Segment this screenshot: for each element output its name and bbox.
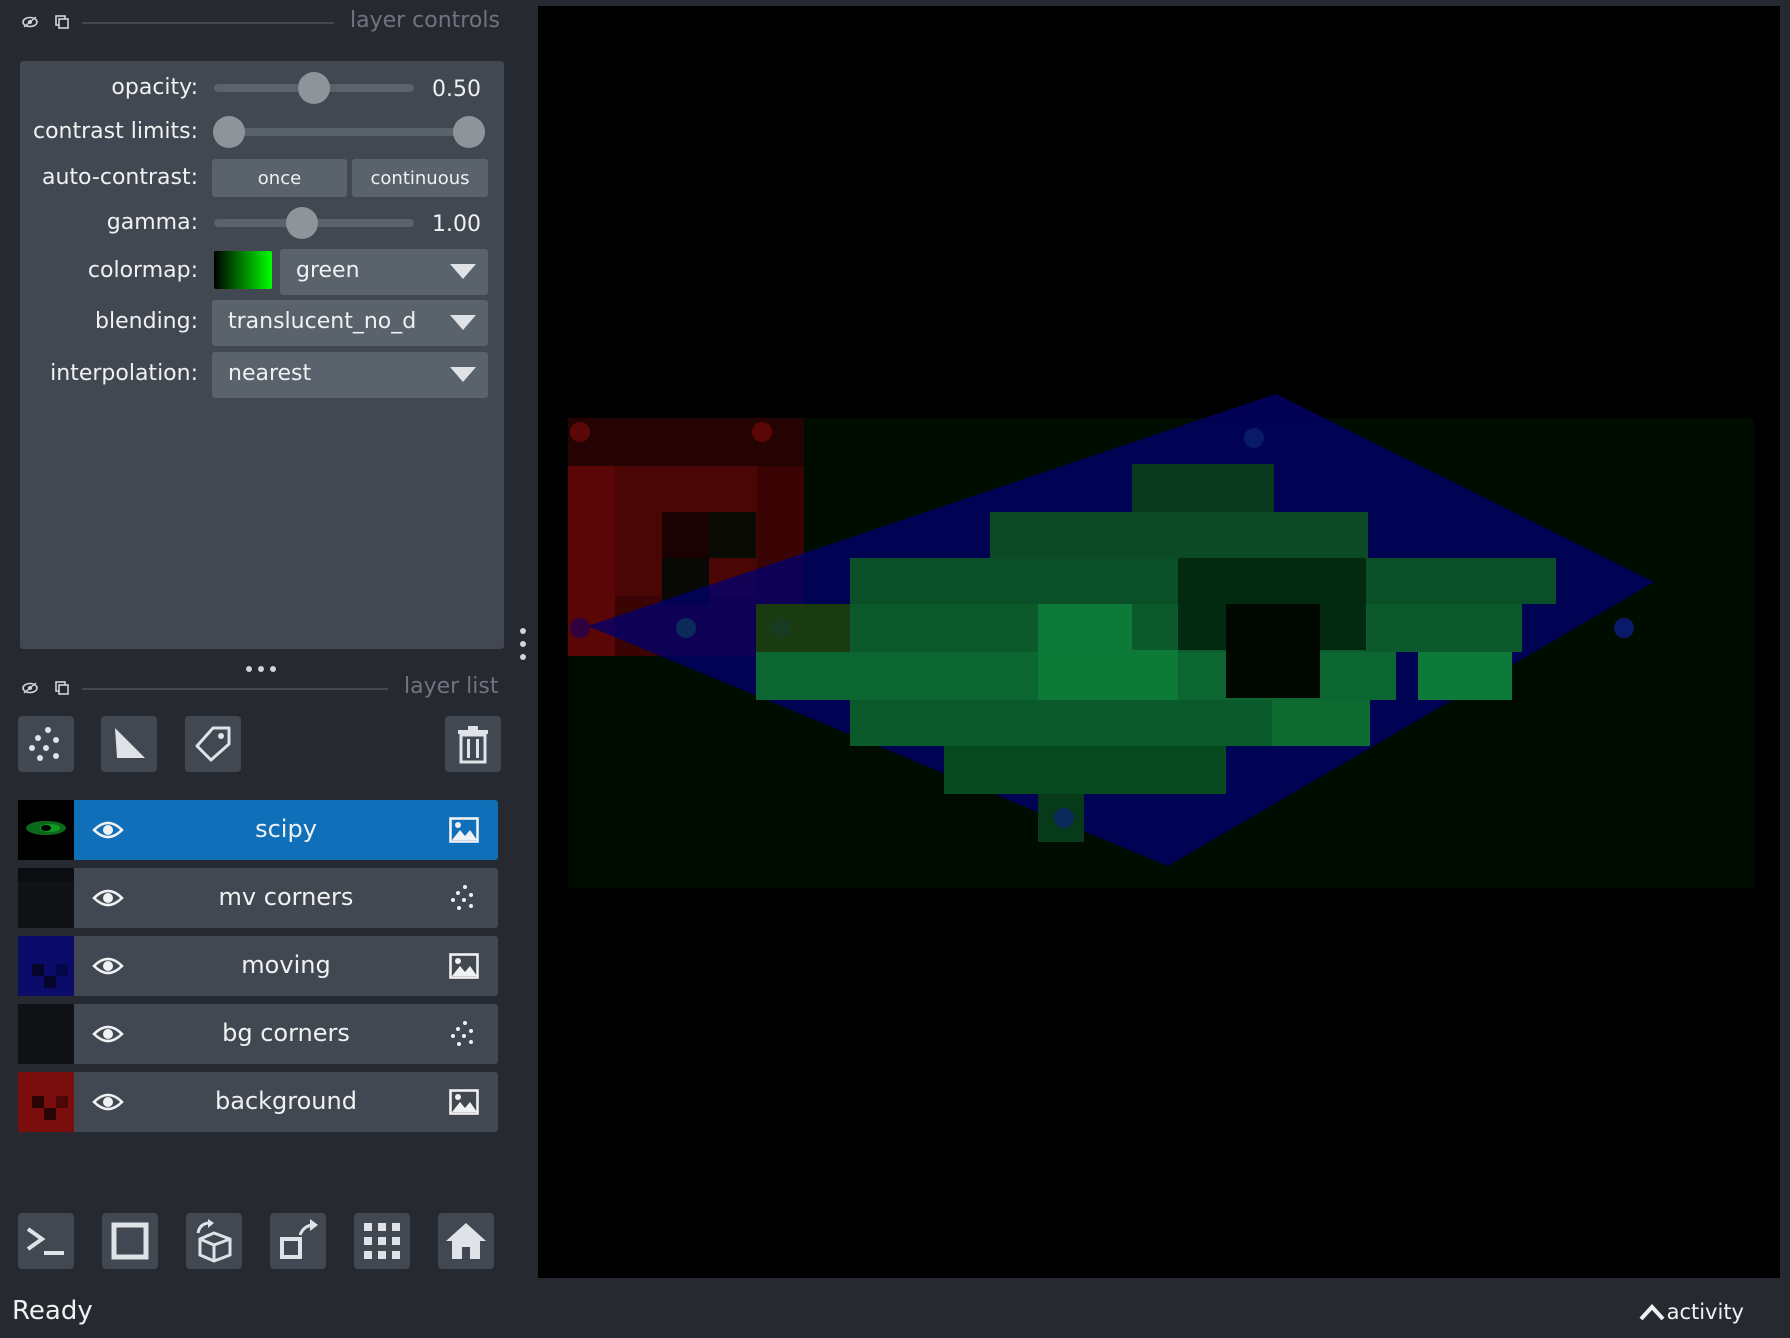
layer-list-header: layer list (0, 670, 510, 706)
float-panel-icon[interactable] (52, 12, 72, 32)
opacity-value: 0.50 (432, 77, 481, 102)
home-button[interactable] (438, 1213, 494, 1269)
console-icon (26, 1227, 64, 1255)
interpolation-label: interpolation: (50, 361, 198, 386)
layer-name[interactable]: scipy (74, 815, 498, 843)
delete-layer-button[interactable] (445, 716, 501, 772)
layer-name[interactable]: mv corners (74, 883, 498, 911)
layer-item[interactable]: mv corners (74, 868, 498, 928)
dock-resize-handle[interactable] (243, 658, 279, 672)
layer-row-mv-corners[interactable]: mv corners (18, 868, 498, 928)
image-layer-icon (448, 950, 480, 982)
layer-name[interactable]: background (74, 1087, 498, 1115)
chevron-up-icon (1639, 1304, 1665, 1321)
layer-thumbnail (18, 800, 74, 860)
layer-name[interactable]: moving (74, 951, 498, 979)
new-labels-layer-button[interactable] (185, 716, 241, 772)
home-icon (446, 1223, 486, 1259)
activity-label: activity (1666, 1300, 1744, 1324)
roll-cube-icon (196, 1219, 232, 1263)
layer-item[interactable]: bg corners (74, 1004, 498, 1064)
activity-toggle[interactable]: activity (1639, 1300, 1744, 1324)
contrast-limits-label: contrast limits: (33, 119, 198, 144)
contrast-min-handle[interactable] (213, 116, 245, 148)
console-button[interactable] (18, 1213, 74, 1269)
layer-item[interactable]: background (74, 1072, 498, 1132)
layer-row-moving[interactable]: moving (18, 936, 498, 996)
auto-contrast-label: auto-contrast: (41, 165, 198, 190)
transpose-dimensions-button[interactable] (270, 1213, 326, 1269)
grid-icon (364, 1223, 400, 1259)
new-points-layer-button[interactable] (18, 716, 74, 772)
colormap-swatch (214, 251, 272, 289)
layer-thumbnail (18, 936, 74, 996)
colormap-dropdown[interactable]: green (280, 249, 488, 295)
chevron-down-icon (450, 264, 476, 279)
labels-tag-icon (195, 726, 231, 762)
ndisplay-button[interactable] (102, 1213, 158, 1269)
layer-thumbnail (18, 1072, 74, 1132)
image-layer-icon (448, 814, 480, 846)
canvas-image (568, 394, 1754, 888)
chevron-down-icon (450, 367, 476, 382)
shapes-icon (115, 728, 145, 758)
auto-contrast-continuous-button[interactable]: continuous (352, 159, 488, 197)
header-divider (82, 22, 334, 24)
roll-dimensions-button[interactable] (186, 1213, 242, 1269)
trash-icon (458, 726, 488, 764)
layer-item[interactable]: scipy (74, 800, 498, 860)
gamma-label: gamma: (106, 210, 198, 235)
status-message: Ready (12, 1296, 93, 1326)
layer-controls-panel: opacity: 0.50 contrast limits: auto-cont… (20, 61, 504, 649)
eye-toggle-icon[interactable] (20, 12, 40, 32)
gamma-value: 1.00 (432, 212, 481, 237)
ndisplay-square-icon (111, 1222, 149, 1260)
opacity-label: opacity: (111, 75, 198, 100)
points-icon (29, 727, 59, 761)
layer-row-scipy[interactable]: scipy (18, 800, 498, 860)
splitter-handle[interactable] (520, 626, 526, 662)
eye-toggle-icon[interactable] (20, 678, 40, 698)
points-layer-icon (448, 882, 480, 914)
layer-controls-header: layer controls (0, 4, 510, 40)
chevron-down-icon (450, 315, 476, 330)
layer-controls-title: layer controls (350, 8, 500, 33)
image-layer-icon (448, 1086, 480, 1118)
layer-row-bg-corners[interactable]: bg corners (18, 1004, 498, 1064)
points-layer-icon (448, 1018, 480, 1050)
colormap-label: colormap: (87, 258, 198, 283)
interpolation-value: nearest (228, 361, 312, 386)
layer-thumbnail (18, 1004, 74, 1064)
gamma-slider-handle[interactable] (286, 207, 318, 239)
new-shapes-layer-button[interactable] (101, 716, 157, 772)
layer-list-title: layer list (404, 674, 499, 699)
interpolation-dropdown[interactable]: nearest (212, 352, 488, 398)
layer-row-background[interactable]: background (18, 1072, 498, 1132)
float-panel-icon[interactable] (52, 678, 72, 698)
header-divider (82, 688, 388, 690)
layer-thumbnail (18, 868, 74, 928)
layer-name[interactable]: bg corners (74, 1019, 498, 1047)
opacity-slider-handle[interactable] (298, 72, 330, 104)
auto-contrast-once-button[interactable]: once (212, 159, 347, 197)
grid-mode-button[interactable] (354, 1213, 410, 1269)
blending-label: blending: (95, 309, 198, 334)
contrast-max-handle[interactable] (453, 116, 485, 148)
transpose-icon (280, 1219, 318, 1259)
contrast-limits-slider[interactable] (214, 128, 484, 136)
viewer-canvas[interactable] (538, 6, 1780, 1278)
blending-dropdown[interactable]: translucent_no_depth (212, 300, 488, 346)
layer-item[interactable]: moving (74, 936, 498, 996)
blending-value: translucent_no_depth (228, 309, 416, 334)
